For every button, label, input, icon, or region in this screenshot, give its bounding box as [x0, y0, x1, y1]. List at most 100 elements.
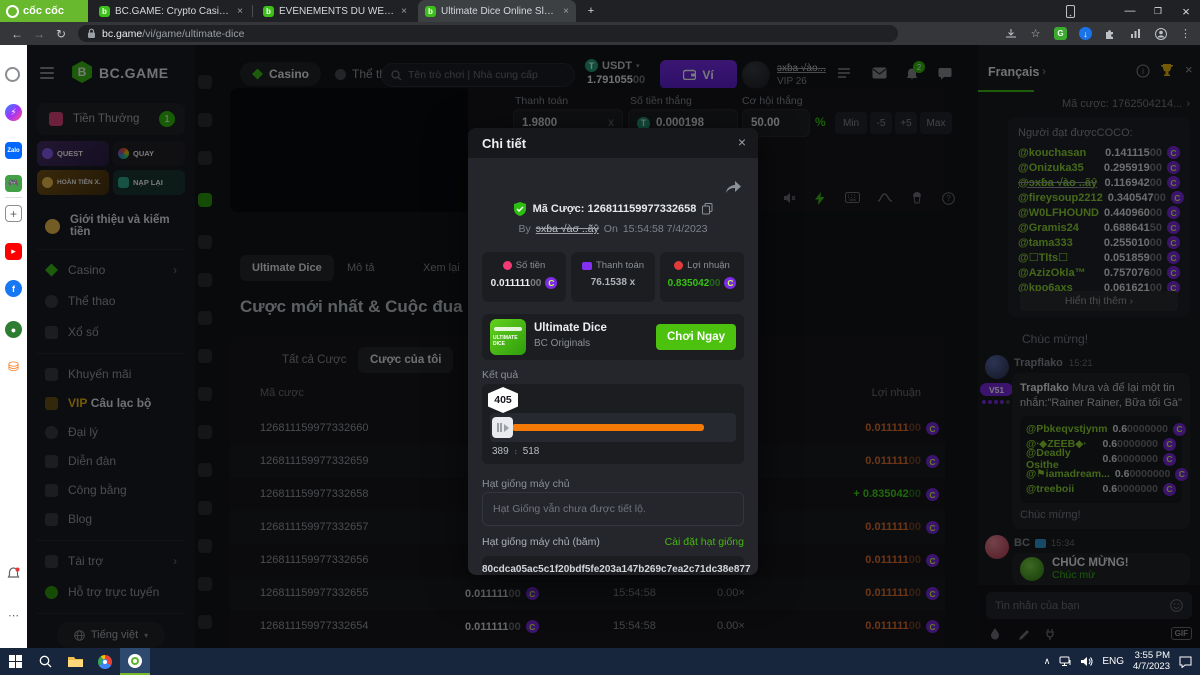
bcgame-favicon: b — [425, 6, 436, 17]
soccer-icon[interactable]: ● — [5, 321, 22, 338]
browser-tab-bar: cốc cốc b BC.GAME: Crypto Casino Gan × b… — [0, 0, 1200, 22]
game-card: ULTIMATE DICE Ultimate Dice BC Originals… — [482, 314, 744, 360]
window-maximize-button[interactable]: ❐ — [1144, 0, 1172, 22]
server-seed-label: Hạt giống máy chủ — [482, 478, 570, 490]
youtube-icon[interactable]: ▸ — [5, 243, 22, 260]
window-minimize-button[interactable]: — — [1116, 0, 1144, 22]
forward-icon[interactable]: → — [28, 27, 50, 41]
translate-icon[interactable]: G — [1054, 27, 1067, 40]
profile-icon[interactable] — [1154, 27, 1167, 40]
zalo-icon[interactable]: Zalo — [5, 142, 22, 159]
game-provider: BC Originals — [534, 338, 590, 349]
bet-meta-row: By ɔxɓa √àσ ..ãŷ On 15:54:58 7/4/2023 — [468, 223, 758, 235]
game-title[interactable]: Ultimate Dice — [534, 322, 607, 334]
stats-icon[interactable] — [1129, 27, 1142, 40]
share-icon[interactable] — [725, 180, 742, 194]
browser-tab-2[interactable]: b ÉVÉNEMENTS DU WEEK-END × — [256, 0, 414, 22]
bcgame-page: ⚡ Zalo 🎮 + ▸ f ● ⛁ ⋯ B BC.GAME Tiền Thưở… — [0, 45, 1200, 648]
bet-id-row: Mã Cược: 126811159977332658 — [468, 202, 758, 216]
url-field[interactable]: bc.game/vi/game/ultimate-dice — [78, 25, 898, 42]
back-icon[interactable]: ← — [6, 27, 28, 41]
coccoc-logo[interactable]: cốc cốc — [0, 0, 88, 22]
strip-divider — [5, 197, 22, 198]
stat-amount: Số tiền 0.01111100C — [482, 252, 566, 302]
tab-close-icon[interactable]: × — [563, 6, 569, 17]
games-icon[interactable]: 🎮 — [5, 175, 22, 192]
coin-icon: C — [724, 277, 736, 289]
tab-title: BC.GAME: Crypto Casino Gan — [115, 6, 232, 17]
taskbar-search-icon[interactable] — [30, 648, 60, 675]
copy-icon[interactable] — [702, 203, 713, 215]
tab-separator — [252, 5, 253, 17]
action-center-icon[interactable] — [1179, 656, 1192, 668]
taskbar-clock[interactable]: 3:55 PM 4/7/2023 — [1133, 651, 1170, 673]
coccoc-side-strip: ⚡ Zalo 🎮 + ▸ f ● ⛁ ⋯ — [0, 45, 27, 648]
coccoc-logo-text: cốc cốc — [23, 5, 64, 17]
bet-username[interactable]: ɔxɓa √àσ ..ãŷ — [536, 223, 599, 235]
browser-tab-1[interactable]: b BC.GAME: Crypto Casino Gan × — [92, 0, 250, 22]
profit-icon — [674, 261, 683, 270]
ultimate-dice-thumbnail[interactable]: ULTIMATE DICE — [490, 319, 526, 355]
result-card: 405 389 ↕ 518 — [482, 384, 744, 464]
new-tab-button[interactable]: + — [580, 0, 602, 22]
browser-tab-3-active[interactable]: b Ultimate Dice Online Slot - P × — [418, 0, 576, 22]
seed-hash-label: Hạt giống máy chủ (băm) — [482, 536, 600, 548]
bet-datetime: 15:54:58 7/4/2023 — [623, 223, 708, 235]
strip-more-icon[interactable]: ⋯ — [5, 607, 22, 624]
payout-icon — [582, 262, 592, 270]
amount-icon — [503, 261, 512, 270]
strip-bell-icon[interactable] — [5, 565, 22, 582]
keyboard-language[interactable]: ENG — [1102, 656, 1124, 667]
network-icon[interactable] — [1059, 656, 1072, 667]
range-low: 389 — [492, 446, 509, 457]
stat-profit: Lợi nhuận 0.83504200C — [660, 252, 744, 302]
reload-icon[interactable]: ↻ — [50, 27, 72, 41]
download-icon[interactable]: ↓ — [1079, 27, 1092, 40]
slider-fill — [512, 424, 704, 431]
verified-shield-icon — [513, 202, 527, 216]
shopping-cart-icon[interactable]: ⛁ — [5, 358, 22, 375]
play-now-button[interactable]: Chơi Ngay — [656, 324, 736, 350]
modal-close-icon[interactable]: × — [738, 134, 746, 150]
phone-sync-icon[interactable] — [1056, 0, 1084, 22]
bcgame-favicon: b — [263, 6, 274, 17]
browser-url-bar: ← → ↻ bc.game/vi/game/ultimate-dice ☆ G … — [0, 22, 1200, 45]
modal-header: Chi tiết × — [468, 128, 758, 158]
range-high: 518 — [523, 446, 540, 457]
facebook-icon[interactable]: f — [5, 280, 22, 297]
tab-title: ÉVÉNEMENTS DU WEEK-END — [279, 6, 396, 17]
tab-close-icon[interactable]: × — [237, 6, 243, 17]
save-page-icon[interactable] — [1004, 27, 1017, 40]
history-icon[interactable] — [5, 67, 20, 82]
browser-menu-icon[interactable]: ⋮ — [1179, 27, 1192, 40]
stat-payout: Thanh toán 76.1538 x — [571, 252, 655, 302]
volume-icon[interactable] — [1081, 656, 1093, 667]
bet-id: Mã Cược: 126811159977332658 — [533, 203, 697, 215]
slider-handle[interactable] — [492, 417, 513, 438]
seed-settings-link[interactable]: Cài đặt hạt giống — [665, 536, 744, 548]
url-text: bc.game/vi/game/ultimate-dice — [102, 28, 244, 40]
seed-hash-field[interactable]: 80cdca05ac5c1f20bdf5fe203a147b269c7ea2c7… — [482, 556, 744, 575]
add-shortcut-icon[interactable]: + — [5, 205, 22, 222]
modal-title: Chi tiết — [482, 136, 526, 151]
result-badge: 405 — [488, 387, 518, 413]
bet-details-modal: Chi tiết × Mã Cược: 126811159977332658 B… — [468, 128, 758, 575]
range-divider-icon: ↕ — [514, 447, 518, 456]
coin-icon: C — [545, 277, 557, 289]
bcgame-favicon: b — [99, 6, 110, 17]
tray-expand-icon[interactable]: ∧ — [1044, 656, 1051, 667]
messenger-icon[interactable]: ⚡ — [5, 104, 22, 121]
result-label: Kết quả — [482, 369, 518, 381]
window-close-button[interactable]: × — [1172, 0, 1200, 22]
bookmark-star-icon[interactable]: ☆ — [1029, 27, 1042, 40]
coccoc-logo-icon — [6, 5, 19, 18]
start-button[interactable] — [0, 648, 30, 675]
tab-close-icon[interactable]: × — [401, 6, 407, 17]
extensions-puzzle-icon[interactable] — [1104, 27, 1117, 40]
server-seed-field[interactable]: Hạt Giống vẫn chưa được tiết lộ. — [482, 492, 744, 526]
tab-title: Ultimate Dice Online Slot - P — [441, 6, 558, 17]
coccoc-taskbar-icon-active[interactable] — [120, 648, 150, 675]
file-explorer-icon[interactable] — [60, 648, 90, 675]
windows-taskbar: ∧ ENG 3:55 PM 4/7/2023 — [0, 648, 1200, 675]
chrome-icon[interactable] — [90, 648, 120, 675]
